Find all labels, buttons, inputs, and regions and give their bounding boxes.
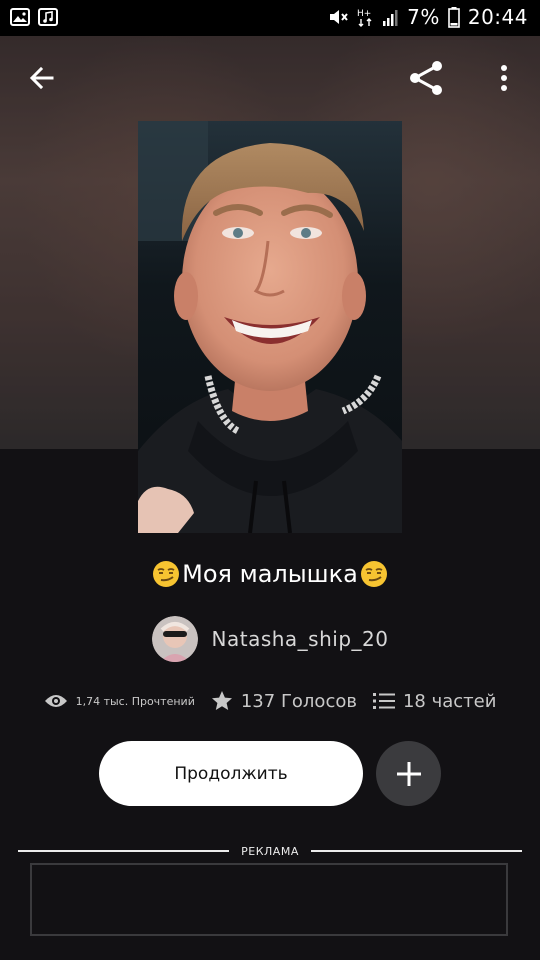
continue-reading-button[interactable]: Продолжить bbox=[99, 741, 363, 806]
back-button[interactable] bbox=[20, 56, 64, 100]
votes-count: 137 Голосов bbox=[240, 690, 357, 712]
author-name: Natasha_ship_20 bbox=[211, 627, 389, 651]
plus-icon bbox=[396, 761, 421, 786]
more-vert-icon bbox=[501, 65, 507, 91]
reads-count: 1,74 тыс. Прочтений bbox=[75, 694, 195, 708]
clock: 20:44 bbox=[467, 5, 528, 29]
smirk-emoji-icon bbox=[153, 561, 180, 587]
ad-divider: РЕКЛАМА bbox=[18, 841, 522, 861]
share-button[interactable] bbox=[404, 56, 448, 100]
more-options-button[interactable] bbox=[482, 56, 526, 100]
cover-portrait bbox=[138, 121, 402, 533]
ad-label: РЕКЛАМА bbox=[241, 844, 299, 858]
divider-line bbox=[310, 850, 522, 852]
mute-icon bbox=[330, 10, 348, 24]
share-icon bbox=[410, 61, 442, 95]
author-avatar bbox=[151, 616, 198, 662]
star-icon bbox=[211, 691, 232, 710]
reads-stat: 1,74 тыс. Прочтений bbox=[44, 693, 195, 709]
eye-icon bbox=[44, 695, 67, 707]
story-cover-image[interactable] bbox=[138, 121, 402, 533]
divider-line bbox=[18, 850, 230, 852]
author-link[interactable]: Natasha_ship_20 bbox=[0, 616, 540, 662]
back-arrow-icon bbox=[29, 66, 54, 90]
signal-hplus-icon: H+ bbox=[357, 9, 372, 27]
status-bar: H+ 7% 20:44 bbox=[0, 0, 540, 36]
story-detail-screen: H+ 7% 20:44 Моя малышка Natasha_ship_20 … bbox=[0, 0, 540, 960]
story-stats: 1,74 тыс. Прочтений 137 Голосов 18 часте… bbox=[0, 690, 540, 712]
music-icon bbox=[38, 8, 58, 26]
battery-icon bbox=[448, 7, 460, 28]
svg-text:H+: H+ bbox=[357, 9, 371, 19]
parts-count: 18 частей bbox=[402, 690, 497, 712]
votes-stat: 137 Голосов bbox=[211, 690, 357, 712]
parts-stat: 18 частей bbox=[372, 690, 497, 712]
signal-bars-icon bbox=[383, 10, 398, 26]
ad-container[interactable] bbox=[30, 863, 508, 936]
battery-percent: 7% bbox=[407, 5, 440, 29]
list-icon bbox=[372, 693, 395, 709]
story-title-row: Моя малышка bbox=[0, 560, 540, 588]
story-title: Моя малышка bbox=[182, 560, 358, 588]
gallery-icon bbox=[10, 8, 30, 26]
add-to-library-button[interactable] bbox=[376, 741, 441, 806]
smirk-emoji-icon bbox=[360, 561, 387, 587]
